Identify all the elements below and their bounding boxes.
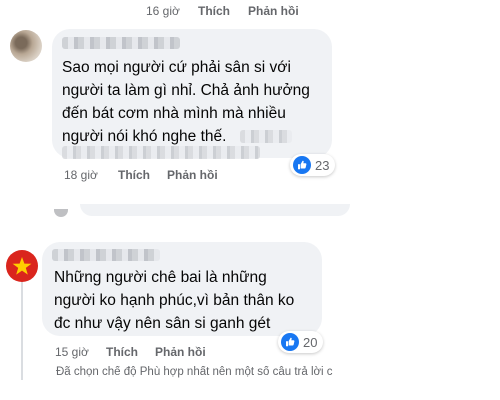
reply-link[interactable]: Phản hồi [167, 168, 218, 182]
blurred-author-name [62, 37, 180, 49]
comment-text-2: Những người chê bai là những người ko hạ… [54, 266, 319, 335]
vietnam-flag-avatar-icon [12, 257, 32, 275]
comment-line: người ta làm gì nhỉ. Chả ảnh hưởng [62, 82, 310, 99]
comment-bubble-2: Những người chê bai là những người ko hạ… [42, 242, 322, 336]
like-link[interactable]: Thích [106, 345, 138, 359]
reply-box-partial[interactable] [80, 204, 350, 216]
top-like-link[interactable]: Thích [198, 4, 230, 18]
comment-meta-2: 15 giờ Thích Phản hồi [55, 345, 275, 361]
reaction-count: 23 [315, 157, 330, 173]
like-link[interactable]: Thích [118, 168, 150, 182]
blurred-text [240, 130, 292, 143]
relevance-filter-note: Đã chọn chế độ Phù hợp nhất nên một số c… [56, 366, 333, 378]
avatar[interactable] [6, 250, 38, 282]
comment-time[interactable]: 18 giờ [64, 168, 98, 182]
thumbs-up-icon [293, 156, 311, 174]
blurred-author-name [52, 249, 160, 261]
comment-text-1: Sao mọi người cứ phải sân si với người t… [62, 56, 327, 148]
reply-link[interactable]: Phản hồi [155, 345, 206, 359]
reaction-badge-1[interactable]: 23 [290, 154, 336, 176]
comment-line-text: người nói khó nghe thế. [62, 128, 227, 145]
comment-line: người nói khó nghe thế. [62, 125, 327, 148]
reaction-badge-2[interactable]: 20 [278, 331, 324, 353]
comment-line: Sao mọi người cứ phải sân si với [62, 59, 291, 76]
comment-line: đến bát cơm nhà mình mà nhiều [62, 105, 286, 122]
comment-line: người ko hạnh phúc,vì bản thân ko [54, 292, 295, 309]
comment-line: Những người chê bai là những [54, 269, 267, 286]
reply-avatar-partial [54, 209, 68, 217]
comment-bubble-1: Sao mọi người cứ phải sân si với người t… [52, 29, 332, 159]
blurred-text [62, 146, 260, 159]
thumbs-up-icon [281, 333, 299, 351]
top-reply-link[interactable]: Phản hồi [248, 4, 299, 18]
top-meta-row: 16 giờ Thích Phản hồi [146, 4, 346, 20]
comment-time[interactable]: 15 giờ [55, 345, 89, 359]
comment-line: đc như vậy nên sân si ganh gét [54, 315, 271, 332]
top-time[interactable]: 16 giờ [146, 4, 180, 18]
comment-meta-1: 18 giờ Thích Phản hồi [64, 168, 284, 184]
thread-line [21, 280, 23, 380]
avatar[interactable] [10, 30, 42, 62]
reaction-count: 20 [303, 334, 318, 350]
